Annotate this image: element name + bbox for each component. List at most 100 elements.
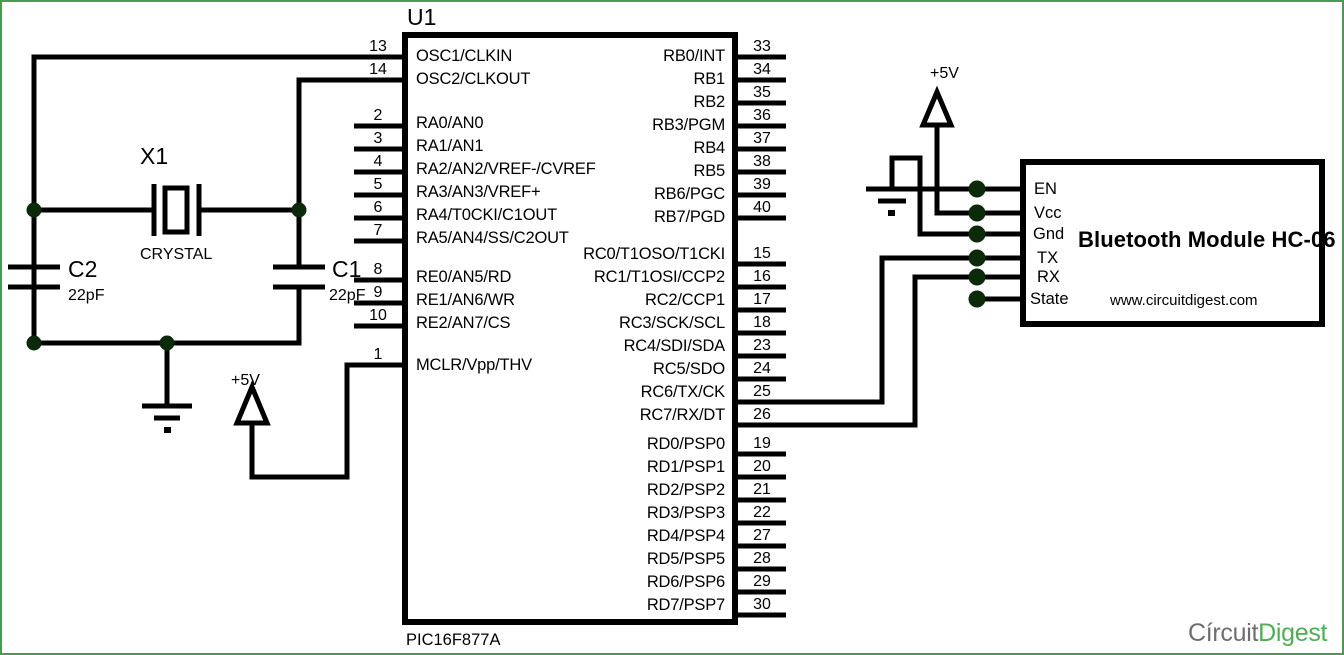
mcu-pin-label-ra3: RA3/AN3/VREF+ (416, 183, 541, 201)
mcu-pin-label-rb6: RB6/PGC (653, 185, 725, 203)
mcu-pin-label-rc3: RC3/SCK/SCL (618, 314, 725, 332)
bluetooth-pin-label-state: State (1030, 290, 1069, 308)
mcu-pin-num-24: 24 (753, 360, 771, 377)
bluetooth-module-name: Bluetooth Module HC-06 (1078, 227, 1336, 252)
c1-refdes: C1 (332, 256, 362, 282)
mcu-pin-num-1: 1 (373, 346, 383, 363)
wire-osc2-to-c1 (296, 77, 357, 267)
mcu-pin-label-rc4: RC4/SDI/SDA (623, 337, 726, 355)
mcu-pin-num-38: 38 (753, 153, 771, 170)
mcu-pin-num-36: 36 (753, 107, 771, 124)
mcu-pin-num-3: 3 (373, 130, 383, 147)
wire-bt-en-to-gnd (889, 155, 978, 192)
mcu-pin-num-6: 6 (373, 199, 383, 216)
mcu-pin-label-re2: RE2/AN7/CS (416, 314, 511, 332)
mcu-pin-num-40: 40 (753, 199, 771, 216)
mcu-pin-label-rc7: RC7/RX/DT (639, 406, 725, 424)
mcu-pin-num-37: 37 (753, 130, 771, 147)
c2-refdes: C2 (68, 256, 98, 282)
mcu-pin-num-25: 25 (753, 383, 771, 400)
mcu-pin-label-osc1: OSC1/CLKIN (416, 47, 513, 65)
mcu-pin-num-8: 8 (373, 261, 383, 278)
junction-c2-bottom (26, 335, 42, 351)
mcu-pin-num-7: 7 (373, 222, 383, 239)
mcu-pin-label-rb7: RB7/PGD (653, 208, 725, 226)
mcu-pin-label-rd4: RD4/PSP4 (646, 527, 725, 545)
junction-osc1 (26, 202, 42, 218)
mcu-pin-label-rb2: RB2 (693, 93, 726, 111)
mcu-pin-num-4: 4 (373, 153, 383, 170)
supply-label-bluetooth: +5V (930, 65, 959, 82)
supply-arrow-mclr (233, 380, 271, 426)
c1-value: 22pF (329, 287, 366, 304)
mcu-pin-label-rc6: RC6/TX/CK (640, 383, 726, 401)
mcu-pin-label-ra1: RA1/AN1 (416, 137, 484, 155)
mcu-pin-num-33: 33 (753, 38, 771, 55)
mcu-pin-num-18: 18 (753, 314, 771, 331)
mcu-pin-num-15: 15 (753, 245, 771, 262)
mcu-pin-label-osc2: OSC2/CLKOUT (416, 70, 531, 88)
crystal-refdes: X1 (140, 143, 169, 169)
circuitdigest-logo: CírcuitDigest (1188, 619, 1328, 648)
mcu-pin-label-rc2: RC2/CCP1 (644, 291, 725, 309)
mcu-pin-label-rb4: RB4 (693, 139, 726, 157)
mcu-pin-num-5: 5 (373, 176, 383, 193)
mcu-pin-label-rd6: RD6/PSP6 (646, 573, 725, 591)
mcu-pin-label-rb3: RB3/PGM (652, 116, 725, 134)
supply-label-mclr: +5V (231, 372, 260, 389)
circuit-diagram-canvas: U1 PIC16F877A OSC1/CLKIN OSC2/CLKOUT RA0… (0, 0, 1344, 655)
mcu-pin-label-mclr: MCLR/Vpp/THV (416, 356, 532, 374)
ground-left-bar3 (164, 427, 171, 433)
bluetooth-website-label: www.circuitdigest.com (1110, 292, 1258, 309)
mcu-pin-label-re0: RE0/AN5/RD (416, 268, 512, 286)
logo-text-part1: Círcuit (1188, 619, 1259, 647)
junction-osc2 (291, 202, 307, 218)
mcu-refdes: U1 (407, 4, 437, 30)
mcu-pin-label-rc1: RC1/T1OSI/CCP2 (593, 268, 725, 286)
mcu-pin-num-13: 13 (369, 38, 387, 55)
mcu-pin-label-rd0: RD0/PSP0 (646, 435, 725, 453)
mcu-pin-num-29: 29 (753, 573, 771, 590)
junction-ground-tap (159, 335, 175, 351)
mcu-pin-label-rb0: RB0/INT (663, 47, 725, 65)
mcu-part-label: PIC16F877A (406, 631, 501, 649)
mcu-pin-label-ra5: RA5/AN4/SS/C2OUT (416, 229, 569, 247)
mcu-pin-label-rd7: RD7/PSP7 (646, 596, 725, 614)
bluetooth-pin-label-en: EN (1034, 180, 1057, 198)
wire-rc6tx-to-bt-rx (783, 255, 978, 405)
mcu-pin-num-35: 35 (753, 84, 771, 101)
mcu-pin-num-21: 21 (753, 481, 771, 498)
wire-bt-vcc-to-5v (934, 112, 978, 216)
mcu-pin-label-rc0: RC0/T1OSO/T1CKI (583, 245, 725, 263)
mcu-pin-num-17: 17 (753, 291, 771, 308)
crystal-body (162, 185, 190, 235)
mcu-pin-label-re1: RE1/AN6/WR (416, 291, 515, 309)
mcu-pin-label-rb1: RB1 (693, 70, 726, 88)
mcu-pin-label-rd1: RD1/PSP1 (646, 458, 725, 476)
mcu-pin-num-20: 20 (753, 458, 771, 475)
bluetooth-pin-label-gnd: Gnd (1033, 225, 1065, 243)
mcu-pin-num-30: 30 (753, 596, 771, 613)
crystal-type-label: CRYSTAL (140, 246, 213, 263)
mcu-pin-num-28: 28 (753, 550, 771, 567)
mcu-pin-num-34: 34 (753, 61, 771, 78)
bluetooth-pin-label-rx: RX (1037, 268, 1060, 286)
mcu-pin-num-16: 16 (753, 268, 771, 285)
mcu-pin-label-rc5: RC5/SDO (653, 360, 725, 378)
mcu-pin-label-rd2: RD2/PSP2 (646, 481, 725, 499)
mcu-pin-label-rd3: RD3/PSP3 (646, 504, 725, 522)
bluetooth-pin-dots (968, 180, 986, 308)
c2-value: 22pF (68, 287, 105, 304)
mcu-pin-num-27: 27 (753, 527, 771, 544)
ground-right-bar3 (888, 210, 895, 216)
mcu-pin-num-23: 23 (753, 337, 771, 354)
mcu-pin-label-ra0: RA0/AN0 (416, 114, 484, 132)
mcu-pin-label-rb5: RB5 (693, 162, 726, 180)
bluetooth-pin-label-tx: TX (1037, 249, 1059, 267)
mcu-pin-num-14: 14 (369, 61, 387, 78)
bluetooth-pin-label-vcc: Vcc (1034, 204, 1062, 222)
mcu-pin-num-2: 2 (373, 107, 383, 124)
mcu-pin-num-10: 10 (369, 307, 387, 324)
logo-text-part2: Digest (1258, 619, 1328, 647)
mcu-pin-num-39: 39 (753, 176, 771, 193)
